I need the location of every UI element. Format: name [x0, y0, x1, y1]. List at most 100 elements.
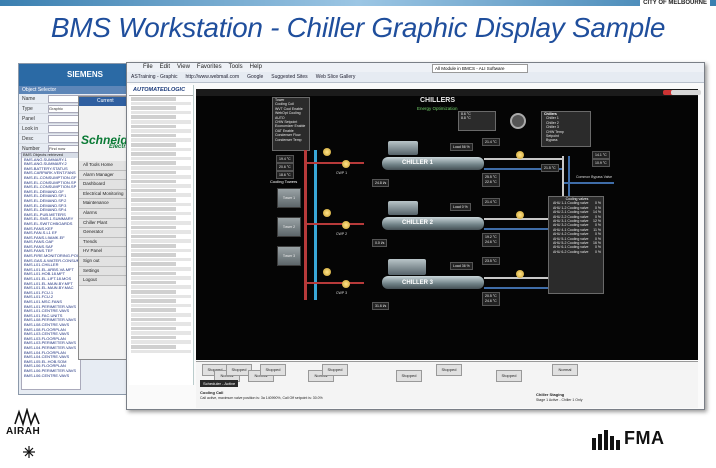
status-box[interactable]: Stopped: [260, 364, 286, 376]
sidebar-nav-row[interactable]: [131, 317, 176, 322]
sidebar-nav-row[interactable]: [131, 188, 176, 193]
sidebar-nav-row[interactable]: [131, 193, 191, 198]
object-list[interactable]: BMS Objects retrieved BMS.ANG.SUMMARY.1 B…: [21, 152, 81, 390]
condenser-pump-1b-icon[interactable]: [342, 160, 350, 168]
sidebar-nav-row[interactable]: [131, 142, 176, 147]
status-box[interactable]: Stopped: [396, 370, 422, 382]
sidebar-nav-row[interactable]: [131, 147, 191, 152]
condenser-pump-1-icon[interactable]: [323, 148, 331, 156]
sidebar-nav-row[interactable]: [131, 133, 176, 138]
sidebar-nav-row[interactable]: [131, 198, 176, 202]
sidebar-nav-row[interactable]: [131, 170, 176, 175]
chiller-3[interactable]: CHILLER 3: [382, 272, 484, 296]
sidebar-nav-row[interactable]: [131, 234, 176, 239]
sidebar-nav-row[interactable]: [131, 349, 191, 354]
menu-item[interactable]: View: [177, 64, 190, 70]
sidebar-nav-row[interactable]: [131, 216, 176, 221]
sidebar-nav-row[interactable]: [131, 294, 191, 299]
sidebar-nav-row[interactable]: [131, 271, 176, 276]
menu-item[interactable]: File: [143, 64, 153, 70]
sidebar-nav-row[interactable]: [131, 129, 191, 133]
navigation-sidebar[interactable]: AUTOMATEDLOGIC: [129, 85, 194, 385]
sidebar-nav-row[interactable]: [131, 289, 176, 294]
menu-item[interactable]: Tools: [229, 64, 243, 70]
status-box[interactable]: Stopped: [322, 364, 348, 376]
sidebar-nav-row[interactable]: [131, 161, 176, 165]
sidebar-nav-row[interactable]: [131, 97, 176, 101]
sidebar-nav-row[interactable]: [131, 244, 176, 248]
condenser-pump-2b-icon[interactable]: [342, 221, 350, 229]
sidebar-nav-row[interactable]: [131, 280, 176, 285]
cooling-tower-1[interactable]: Tower 1: [277, 188, 301, 208]
sidebar-nav-row[interactable]: [131, 207, 176, 211]
sidebar-nav-row[interactable]: [131, 322, 191, 326]
condenser-pump-2-icon[interactable]: [323, 209, 331, 217]
sidebar-nav-row[interactable]: [131, 262, 176, 266]
sidebar-nav-row[interactable]: [131, 179, 176, 184]
list-item[interactable]: BMS.L06.CENTRE.VAVS: [23, 374, 80, 379]
sidebar-nav-row[interactable]: [131, 257, 191, 262]
sidebar-nav-row[interactable]: [131, 221, 191, 225]
favorite-link[interactable]: Google: [247, 74, 263, 80]
sidebar-nav-row[interactable]: [131, 202, 191, 207]
sidebar-nav-row[interactable]: [131, 124, 176, 129]
sidebar-nav-row[interactable]: [131, 326, 176, 331]
selector-field-label: Type: [22, 105, 33, 112]
condenser-pump-3b-icon[interactable]: [342, 280, 350, 288]
chilled-pump-1-icon[interactable]: [516, 151, 524, 159]
sidebar-nav-row[interactable]: [131, 225, 176, 230]
sidebar-nav-row[interactable]: [131, 119, 191, 124]
sidebar-nav-row[interactable]: [131, 340, 191, 345]
favorite-link[interactable]: ASTraining - Graphic: [131, 74, 178, 80]
pipe-segment: [304, 223, 364, 225]
sidebar-nav-row[interactable]: [131, 165, 191, 170]
sidebar-nav-row[interactable]: [131, 175, 191, 179]
sidebar-nav-row[interactable]: [131, 335, 176, 340]
sidebar-nav-row[interactable]: [131, 115, 176, 119]
menu-item[interactable]: Help: [250, 64, 262, 70]
sidebar-nav-row[interactable]: [131, 184, 191, 188]
sidebar-nav-row[interactable]: [131, 101, 191, 106]
cooling-tower-2[interactable]: Tower 2: [277, 217, 301, 237]
sidebar-nav-row[interactable]: [131, 345, 176, 349]
condenser-pump-3-icon[interactable]: [323, 268, 331, 276]
status-box[interactable]: Normal: [552, 364, 578, 376]
status-box[interactable]: Stopped: [496, 370, 522, 382]
menu-item[interactable]: Favorites: [197, 64, 222, 70]
sidebar-nav-row[interactable]: [131, 308, 176, 312]
sidebar-nav-row[interactable]: [131, 211, 191, 216]
help-icon[interactable]: [679, 90, 701, 95]
sidebar-nav-row[interactable]: [131, 248, 191, 253]
status-box[interactable]: Stopped: [436, 364, 462, 376]
condenser-return-pipe: [304, 150, 307, 300]
favorite-link[interactable]: Web Slice Gallery: [316, 74, 356, 80]
sidebar-nav-row[interactable]: [131, 253, 176, 257]
graphic-toolbar[interactable]: [196, 89, 701, 101]
browser-tab[interactable]: All Module in BMCS - ALI Software: [432, 64, 528, 73]
chilled-pump-3-icon[interactable]: [516, 270, 524, 278]
selector-field-label: Number: [22, 145, 40, 152]
sidebar-nav-row[interactable]: [131, 331, 191, 335]
sidebar-nav-row[interactable]: [131, 239, 191, 243]
favorite-link[interactable]: Suggested Sites: [271, 74, 307, 80]
sidebar-nav-row[interactable]: [131, 156, 191, 161]
chiller-1[interactable]: CHILLER 1: [382, 153, 484, 175]
sidebar-nav-row[interactable]: [131, 110, 191, 115]
sidebar-nav-row[interactable]: [131, 303, 191, 308]
sidebar-nav-row[interactable]: [131, 152, 176, 156]
cooling-tower-3[interactable]: Tower 3: [277, 246, 301, 266]
sidebar-nav-row[interactable]: [131, 299, 176, 303]
favorites-bar: ASTraining - Graphic http://www.webmail.c…: [127, 72, 704, 83]
chilled-pump-2-icon[interactable]: [516, 211, 524, 219]
sidebar-nav-row[interactable]: [131, 312, 191, 317]
sidebar-nav-row[interactable]: [131, 276, 191, 280]
chiller-2[interactable]: CHILLER 2: [382, 213, 484, 235]
menu-item[interactable]: Edit: [160, 64, 170, 70]
sidebar-nav-row[interactable]: [131, 106, 176, 110]
favorite-link[interactable]: http://www.webmail.com: [186, 74, 240, 80]
sidebar-nav-row[interactable]: [131, 285, 191, 289]
sidebar-nav-row[interactable]: [131, 230, 191, 234]
sidebar-nav-row[interactable]: [131, 138, 191, 142]
gauge-icon[interactable]: [510, 113, 526, 129]
sidebar-nav-row[interactable]: [131, 266, 191, 271]
